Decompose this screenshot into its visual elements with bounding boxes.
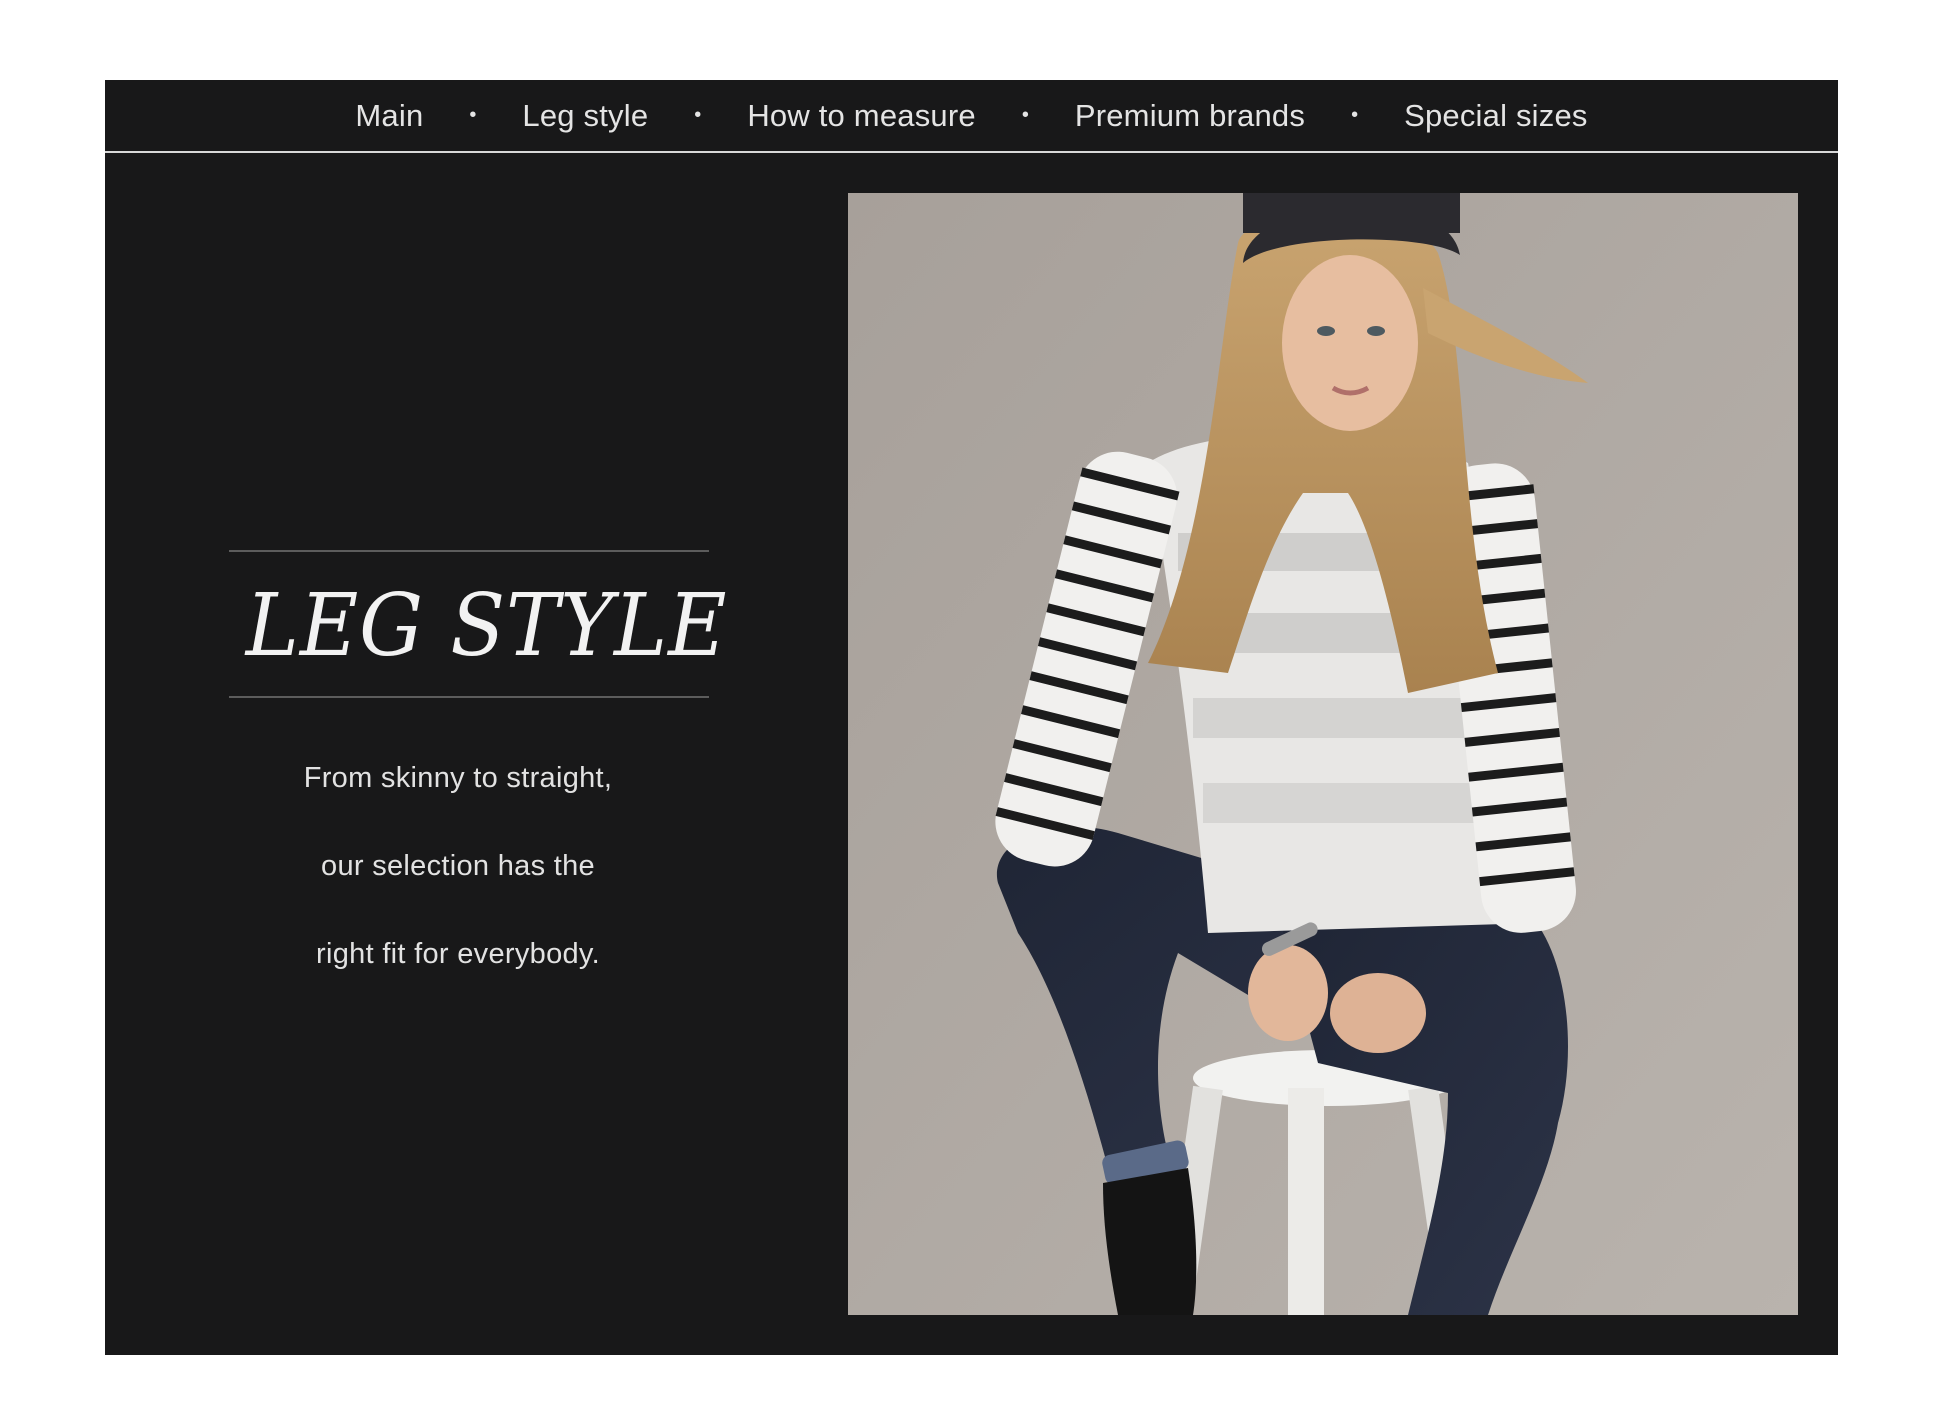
nav-item-main[interactable]: Main bbox=[355, 98, 423, 134]
nav-item-special-sizes[interactable]: Special sizes bbox=[1404, 98, 1588, 134]
section-intro: LEG STYLE From skinny to straight, our s… bbox=[229, 550, 728, 1022]
nav-separator: • bbox=[469, 104, 477, 126]
title-rule-top bbox=[229, 550, 709, 552]
model-illustration bbox=[848, 193, 1798, 1315]
nav-separator: • bbox=[1351, 104, 1359, 126]
section-title: LEG STYLE bbox=[245, 576, 728, 676]
description-line: right fit for everybody. bbox=[316, 938, 600, 970]
nav-separator: • bbox=[694, 104, 702, 126]
leg-style-panel: Main • Leg style • How to measure • Prem… bbox=[105, 80, 1838, 1355]
nav-item-how-to-measure[interactable]: How to measure bbox=[747, 98, 976, 134]
nav-item-leg-style[interactable]: Leg style bbox=[522, 98, 648, 134]
nav-item-premium-brands[interactable]: Premium brands bbox=[1075, 98, 1305, 134]
nav-separator: • bbox=[1021, 104, 1029, 126]
title-rule-bottom bbox=[229, 696, 709, 698]
description-line: our selection has the bbox=[321, 850, 595, 882]
description-line: From skinny to straight, bbox=[303, 762, 613, 794]
section-description: From skinny to straight, our selection h… bbox=[229, 758, 709, 1022]
section-nav: Main • Leg style • How to measure • Prem… bbox=[105, 80, 1838, 153]
model-photo bbox=[848, 193, 1798, 1315]
